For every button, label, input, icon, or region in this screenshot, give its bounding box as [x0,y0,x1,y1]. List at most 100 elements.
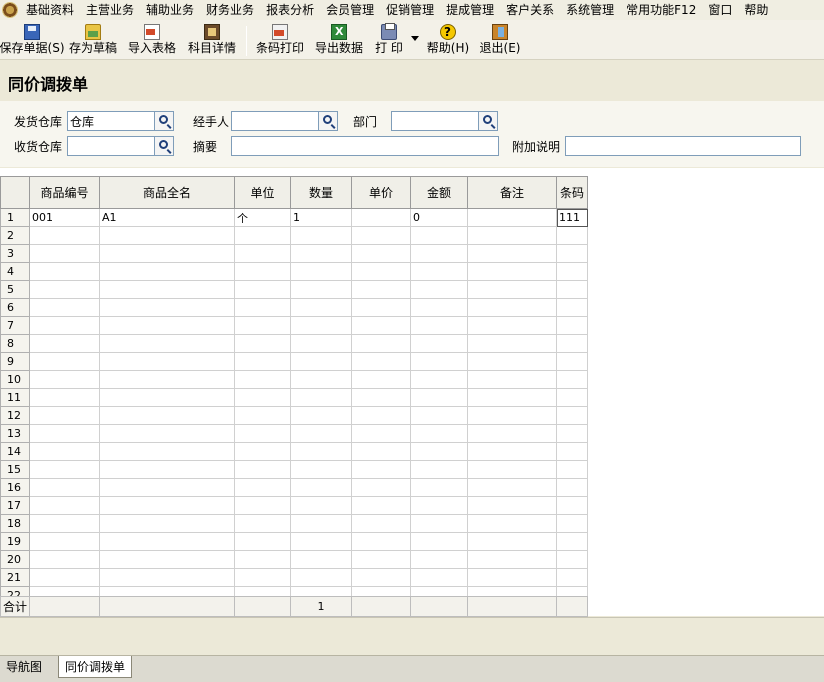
cell-barcode[interactable] [556,568,588,587]
cell-code[interactable]: 001 [29,208,100,227]
cell-price[interactable] [351,442,411,461]
cell-qty[interactable] [290,298,352,317]
table-row[interactable]: 4 [0,262,588,281]
menu-system[interactable]: 系统管理 [560,0,620,20]
cell-price[interactable] [351,262,411,281]
cell-unit[interactable] [234,370,291,389]
table-row[interactable]: 14 [0,442,588,461]
table-row[interactable]: 6 [0,298,588,317]
from-warehouse-search-button[interactable] [154,111,174,131]
row-number[interactable]: 7 [0,316,30,335]
cell-remark[interactable] [467,460,557,479]
cell-unit[interactable]: 个 [234,208,291,227]
summary-input[interactable] [231,136,499,156]
cell-barcode[interactable] [556,298,588,317]
cell-remark[interactable] [467,568,557,587]
cell-price[interactable] [351,316,411,335]
cell-barcode[interactable] [556,532,588,551]
cell-amount[interactable] [410,406,468,425]
cell-amount[interactable] [410,334,468,353]
import-table-button[interactable]: 导入表格 [122,20,182,60]
cell-unit[interactable] [234,442,291,461]
cell-remark[interactable] [467,316,557,335]
cell-code[interactable] [29,478,100,497]
cell-name[interactable] [99,550,235,569]
cell-remark[interactable] [467,532,557,551]
cell-price[interactable] [351,514,411,533]
cell-qty[interactable] [290,514,352,533]
cell-code[interactable] [29,424,100,443]
cell-amount[interactable] [410,478,468,497]
row-number[interactable]: 4 [0,262,30,281]
cell-code[interactable] [29,370,100,389]
cell-price[interactable] [351,298,411,317]
cell-price[interactable] [351,460,411,479]
cell-qty[interactable] [290,388,352,407]
table-row[interactable]: 21 [0,568,588,587]
cell-price[interactable] [351,406,411,425]
cell-code[interactable] [29,496,100,515]
cell-qty[interactable] [290,550,352,569]
table-row[interactable]: 9 [0,352,588,371]
row-number[interactable]: 10 [0,370,30,389]
col-header-qty[interactable]: 数量 [290,176,352,209]
cell-name[interactable] [99,442,235,461]
col-header-barcode[interactable]: 条码 [556,176,588,209]
cell-qty[interactable] [290,244,352,263]
cell-name[interactable] [99,226,235,245]
cell-barcode[interactable] [556,550,588,569]
row-number[interactable]: 20 [0,550,30,569]
cell-barcode[interactable] [556,514,588,533]
table-row[interactable]: 11 [0,388,588,407]
cell-name[interactable] [99,316,235,335]
cell-barcode[interactable] [556,370,588,389]
cell-barcode[interactable] [556,460,588,479]
menu-members[interactable]: 会员管理 [320,0,380,20]
cell-code[interactable] [29,316,100,335]
table-row[interactable]: 5 [0,280,588,299]
table-row[interactable]: 16 [0,478,588,497]
cell-amount[interactable] [410,298,468,317]
cell-qty[interactable] [290,406,352,425]
cell-remark[interactable] [467,424,557,443]
cell-name[interactable] [99,514,235,533]
row-number[interactable]: 6 [0,298,30,317]
cell-name[interactable] [99,352,235,371]
cell-name[interactable] [99,532,235,551]
row-number[interactable]: 8 [0,334,30,353]
cell-remark[interactable] [467,262,557,281]
cell-amount[interactable] [410,244,468,263]
cell-qty[interactable] [290,496,352,515]
cell-qty[interactable] [290,532,352,551]
cell-qty[interactable] [290,316,352,335]
cell-remark[interactable] [467,442,557,461]
cell-remark[interactable] [467,496,557,515]
cell-code[interactable] [29,226,100,245]
cell-qty[interactable] [290,226,352,245]
cell-unit[interactable] [234,316,291,335]
row-number[interactable]: 12 [0,406,30,425]
cell-remark[interactable] [467,280,557,299]
cell-remark[interactable] [467,370,557,389]
cell-amount[interactable] [410,460,468,479]
cell-remark[interactable] [467,208,557,227]
cell-barcode[interactable] [556,406,588,425]
row-number[interactable]: 19 [0,532,30,551]
menu-crm[interactable]: 客户关系 [500,0,560,20]
table-row[interactable]: 3 [0,244,588,263]
cell-name[interactable] [99,262,235,281]
cell-barcode[interactable]: 111 [556,208,588,227]
cell-code[interactable] [29,334,100,353]
table-row[interactable]: 1 001 A1 个 1 0 111 [0,208,588,227]
cell-amount[interactable] [410,514,468,533]
cell-price[interactable] [351,370,411,389]
cell-code[interactable] [29,244,100,263]
from-warehouse-input[interactable] [67,111,155,131]
row-number[interactable]: 16 [0,478,30,497]
row-number[interactable]: 3 [0,244,30,263]
cell-qty[interactable] [290,568,352,587]
cell-name[interactable] [99,460,235,479]
cell-barcode[interactable] [556,388,588,407]
cell-amount[interactable] [410,496,468,515]
row-number[interactable]: 15 [0,460,30,479]
